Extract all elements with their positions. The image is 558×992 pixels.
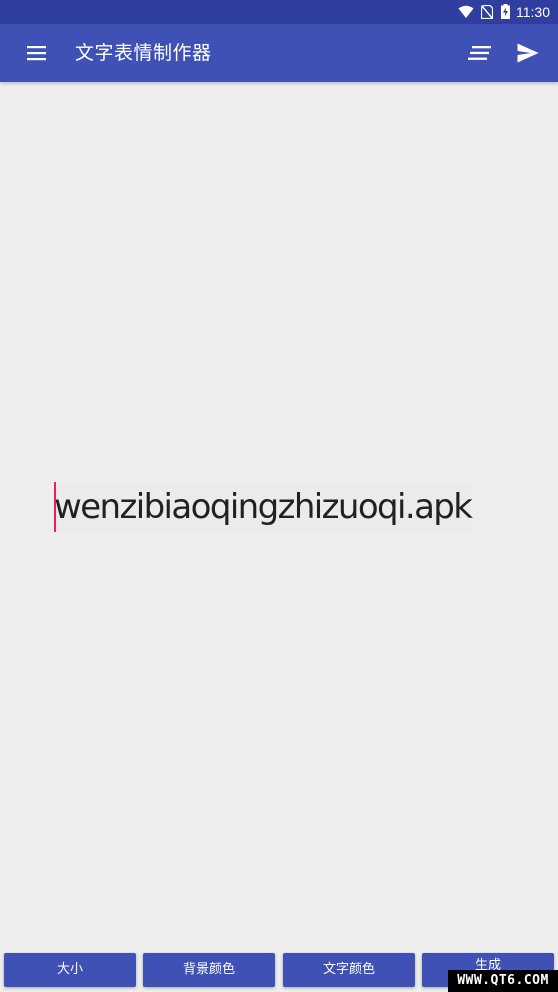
no-sim-icon (480, 4, 494, 23)
text-color-button[interactable]: 文字颜色 (283, 953, 415, 987)
status-bar: 11:30 (0, 0, 558, 24)
emoji-text-input[interactable]: wenzibiaoqingzhizuoqi.apk (54, 482, 473, 532)
app-toolbar: 文字表情制作器 (0, 24, 558, 82)
text-cursor (54, 482, 56, 532)
background-color-button[interactable]: 背景颜色 (143, 953, 275, 987)
text-align-icon[interactable] (468, 45, 492, 65)
size-button[interactable]: 大小 (4, 953, 136, 987)
site-watermark: WWW.QT6.COM (448, 970, 558, 992)
page-title: 文字表情制作器 (75, 42, 212, 64)
wifi-icon (458, 4, 474, 23)
battery-charging-icon (501, 4, 510, 23)
status-time: 11:30 (516, 4, 550, 20)
send-icon[interactable] (517, 43, 539, 67)
menu-icon[interactable] (27, 45, 47, 65)
